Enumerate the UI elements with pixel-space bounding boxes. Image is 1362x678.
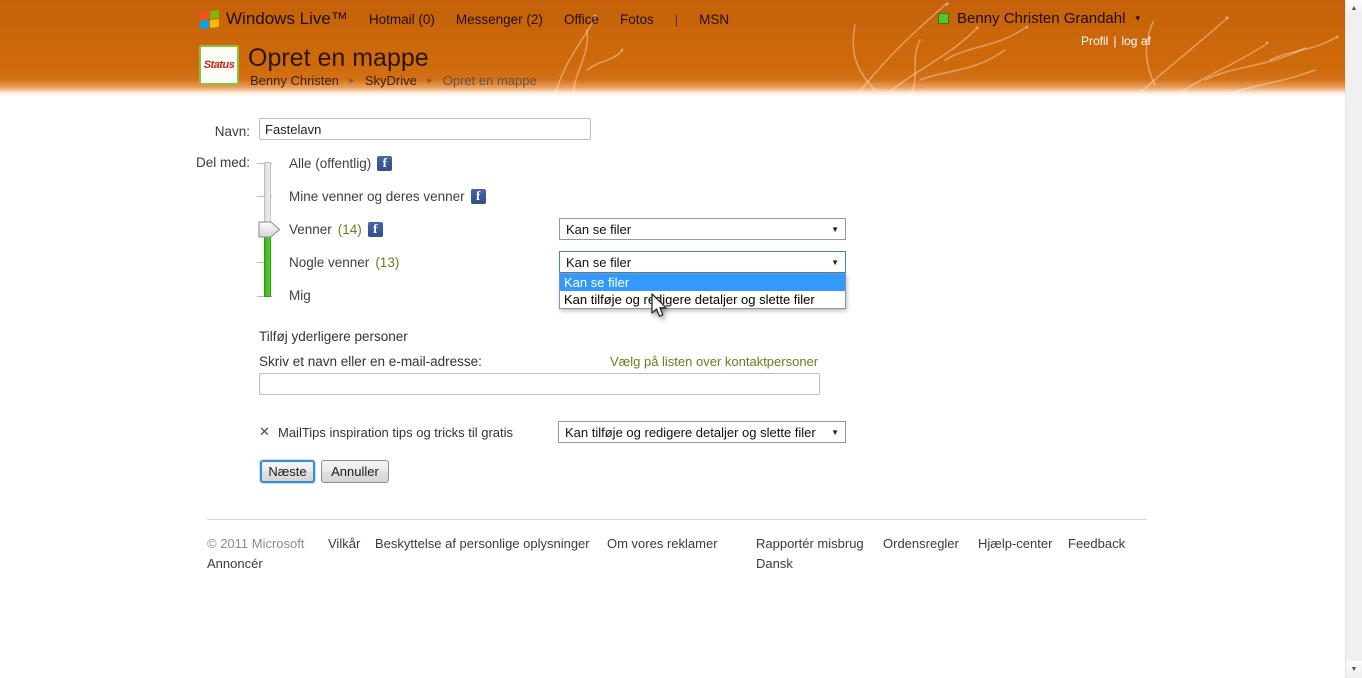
add-people-input[interactable] bbox=[259, 373, 820, 395]
account-links-separator: | bbox=[1113, 34, 1117, 48]
copyright-text: © 2011 Microsoft bbox=[207, 536, 305, 551]
scroll-down-icon[interactable]: ▼ bbox=[1346, 661, 1362, 678]
add-people-heading: Tilføj yderligere personer bbox=[259, 329, 408, 344]
footer-link-terms[interactable]: Vilkår bbox=[328, 536, 360, 551]
share-level-some-friends[interactable]: Nogle venner (13) bbox=[289, 255, 399, 270]
breadcrumb-arrow-icon: ► bbox=[425, 76, 434, 85]
header: Windows Live™ Hotmail (0) Messenger (2) … bbox=[0, 0, 1345, 97]
windows-live-brand[interactable]: Windows Live™ bbox=[200, 9, 348, 29]
share-with-label: Del med: bbox=[195, 155, 250, 170]
share-level-label: Alle (offentlig) bbox=[289, 156, 372, 171]
friends-permission-select[interactable]: Kan se filer ▼ bbox=[559, 218, 846, 240]
share-slider-track-upper[interactable] bbox=[264, 162, 271, 230]
breadcrumb-skydrive[interactable]: SkyDrive bbox=[365, 73, 417, 88]
breadcrumb-current: Opret en mappe bbox=[442, 73, 537, 88]
share-level-everyone[interactable]: Alle (offentlig) f bbox=[289, 156, 393, 171]
user-menu[interactable]: Benny Christen Grandahl ▾ bbox=[938, 10, 1140, 27]
nav-fotos[interactable]: Fotos bbox=[620, 12, 654, 27]
share-level-label: Nogle venner bbox=[289, 255, 370, 270]
nav-messenger[interactable]: Messenger (2) bbox=[456, 12, 543, 27]
chevron-down-icon: ▼ bbox=[831, 257, 839, 267]
footer-link-advertise[interactable]: Annoncér bbox=[207, 556, 263, 571]
footer-link-privacy[interactable]: Beskyttelse af personlige oplysninger bbox=[375, 536, 590, 551]
share-level-friends-of-friends[interactable]: Mine venner og deres venner f bbox=[289, 189, 486, 204]
friends-permission-value: Kan se filer bbox=[566, 221, 632, 237]
some-friends-permission-value: Kan se filer bbox=[566, 254, 632, 270]
share-level-label: Mig bbox=[289, 288, 311, 303]
logoff-link[interactable]: log af bbox=[1121, 34, 1150, 48]
nav-msn[interactable]: MSN bbox=[699, 12, 729, 27]
footer-link-code-of-conduct[interactable]: Ordensregler bbox=[883, 536, 959, 551]
nav-office[interactable]: Office bbox=[564, 12, 599, 27]
breadcrumb-user[interactable]: Benny Christen bbox=[250, 73, 339, 88]
breadcrumb: Benny Christen ► SkyDrive ► Opret en map… bbox=[250, 73, 537, 88]
avatar-text: Status bbox=[203, 59, 235, 71]
breadcrumb-arrow-icon: ► bbox=[347, 76, 356, 85]
footer-link-language[interactable]: Dansk bbox=[756, 556, 793, 571]
mailtips-permission-select[interactable]: Kan tilføje og redigere detaljer og slet… bbox=[558, 421, 846, 443]
page-title: Opret en mappe bbox=[248, 44, 429, 72]
chevron-down-icon: ▼ bbox=[831, 224, 839, 234]
share-level-label: Mine venner og deres venner bbox=[289, 189, 465, 204]
top-navigation: Windows Live™ Hotmail (0) Messenger (2) … bbox=[200, 8, 729, 30]
some-friends-permission-select[interactable]: Kan se filer ▼ bbox=[559, 251, 846, 273]
facebook-icon: f bbox=[377, 156, 393, 171]
share-level-friends[interactable]: Venner (14) f bbox=[289, 222, 383, 237]
profil-link[interactable]: Profil bbox=[1081, 34, 1108, 48]
nav-hotmail[interactable]: Hotmail (0) bbox=[369, 12, 435, 27]
account-links: Profil | log af bbox=[1081, 34, 1151, 48]
next-button[interactable]: Næste bbox=[260, 460, 315, 483]
share-level-label: Venner bbox=[289, 222, 332, 237]
remove-icon[interactable]: ✕ bbox=[259, 424, 270, 440]
contacts-list-link[interactable]: Vælg på listen over kontaktpersoner bbox=[610, 354, 818, 369]
brand-label: Windows Live™ bbox=[226, 9, 348, 28]
skydrive-create-folder-page: Windows Live™ Hotmail (0) Messenger (2) … bbox=[0, 0, 1362, 678]
folder-name-input[interactable] bbox=[259, 118, 591, 140]
share-level-me[interactable]: Mig bbox=[289, 288, 311, 303]
vertical-scrollbar[interactable]: ▲ ▼ bbox=[1345, 0, 1362, 678]
option-view-files[interactable]: Kan se filer bbox=[560, 274, 845, 291]
permission-options-panel: Kan se filer Kan tilføje og redigere det… bbox=[559, 273, 846, 309]
share-level-count: (13) bbox=[375, 255, 400, 270]
facebook-icon: f bbox=[367, 222, 383, 237]
mailtips-permission-value: Kan tilføje og redigere detaljer og slet… bbox=[565, 424, 816, 440]
footer-link-feedback[interactable]: Feedback bbox=[1068, 536, 1125, 551]
footer-link-report-abuse[interactable]: Rapportér misbrug bbox=[756, 536, 864, 551]
name-label: Navn: bbox=[214, 124, 250, 139]
facebook-icon: f bbox=[470, 189, 486, 204]
nav-separator: | bbox=[674, 11, 679, 27]
scroll-up-icon[interactable]: ▲ bbox=[1346, 0, 1362, 17]
cancel-button[interactable]: Annuller bbox=[321, 460, 389, 483]
chevron-down-icon: ▾ bbox=[1135, 13, 1140, 23]
option-edit-files[interactable]: Kan tilføje og redigere detaljer og slet… bbox=[560, 291, 845, 308]
share-level-count: (14) bbox=[337, 222, 362, 237]
share-slider-thumb[interactable] bbox=[258, 221, 281, 243]
user-name: Benny Christen Grandahl bbox=[957, 10, 1126, 27]
footer-link-help-center[interactable]: Hjælp-center bbox=[978, 536, 1052, 551]
chevron-down-icon: ▼ bbox=[831, 427, 839, 437]
windows-live-logo-icon bbox=[200, 9, 219, 29]
footer-divider bbox=[207, 519, 1147, 520]
avatar: Status bbox=[199, 45, 239, 85]
add-people-input-label: Skriv et navn eller en e-mail-adresse: bbox=[259, 354, 482, 369]
footer-link-ads[interactable]: Om vores reklamer bbox=[607, 536, 718, 551]
presence-online-icon bbox=[938, 13, 949, 24]
mailtips-label: MailTips inspiration tips og tricks til … bbox=[278, 425, 514, 440]
